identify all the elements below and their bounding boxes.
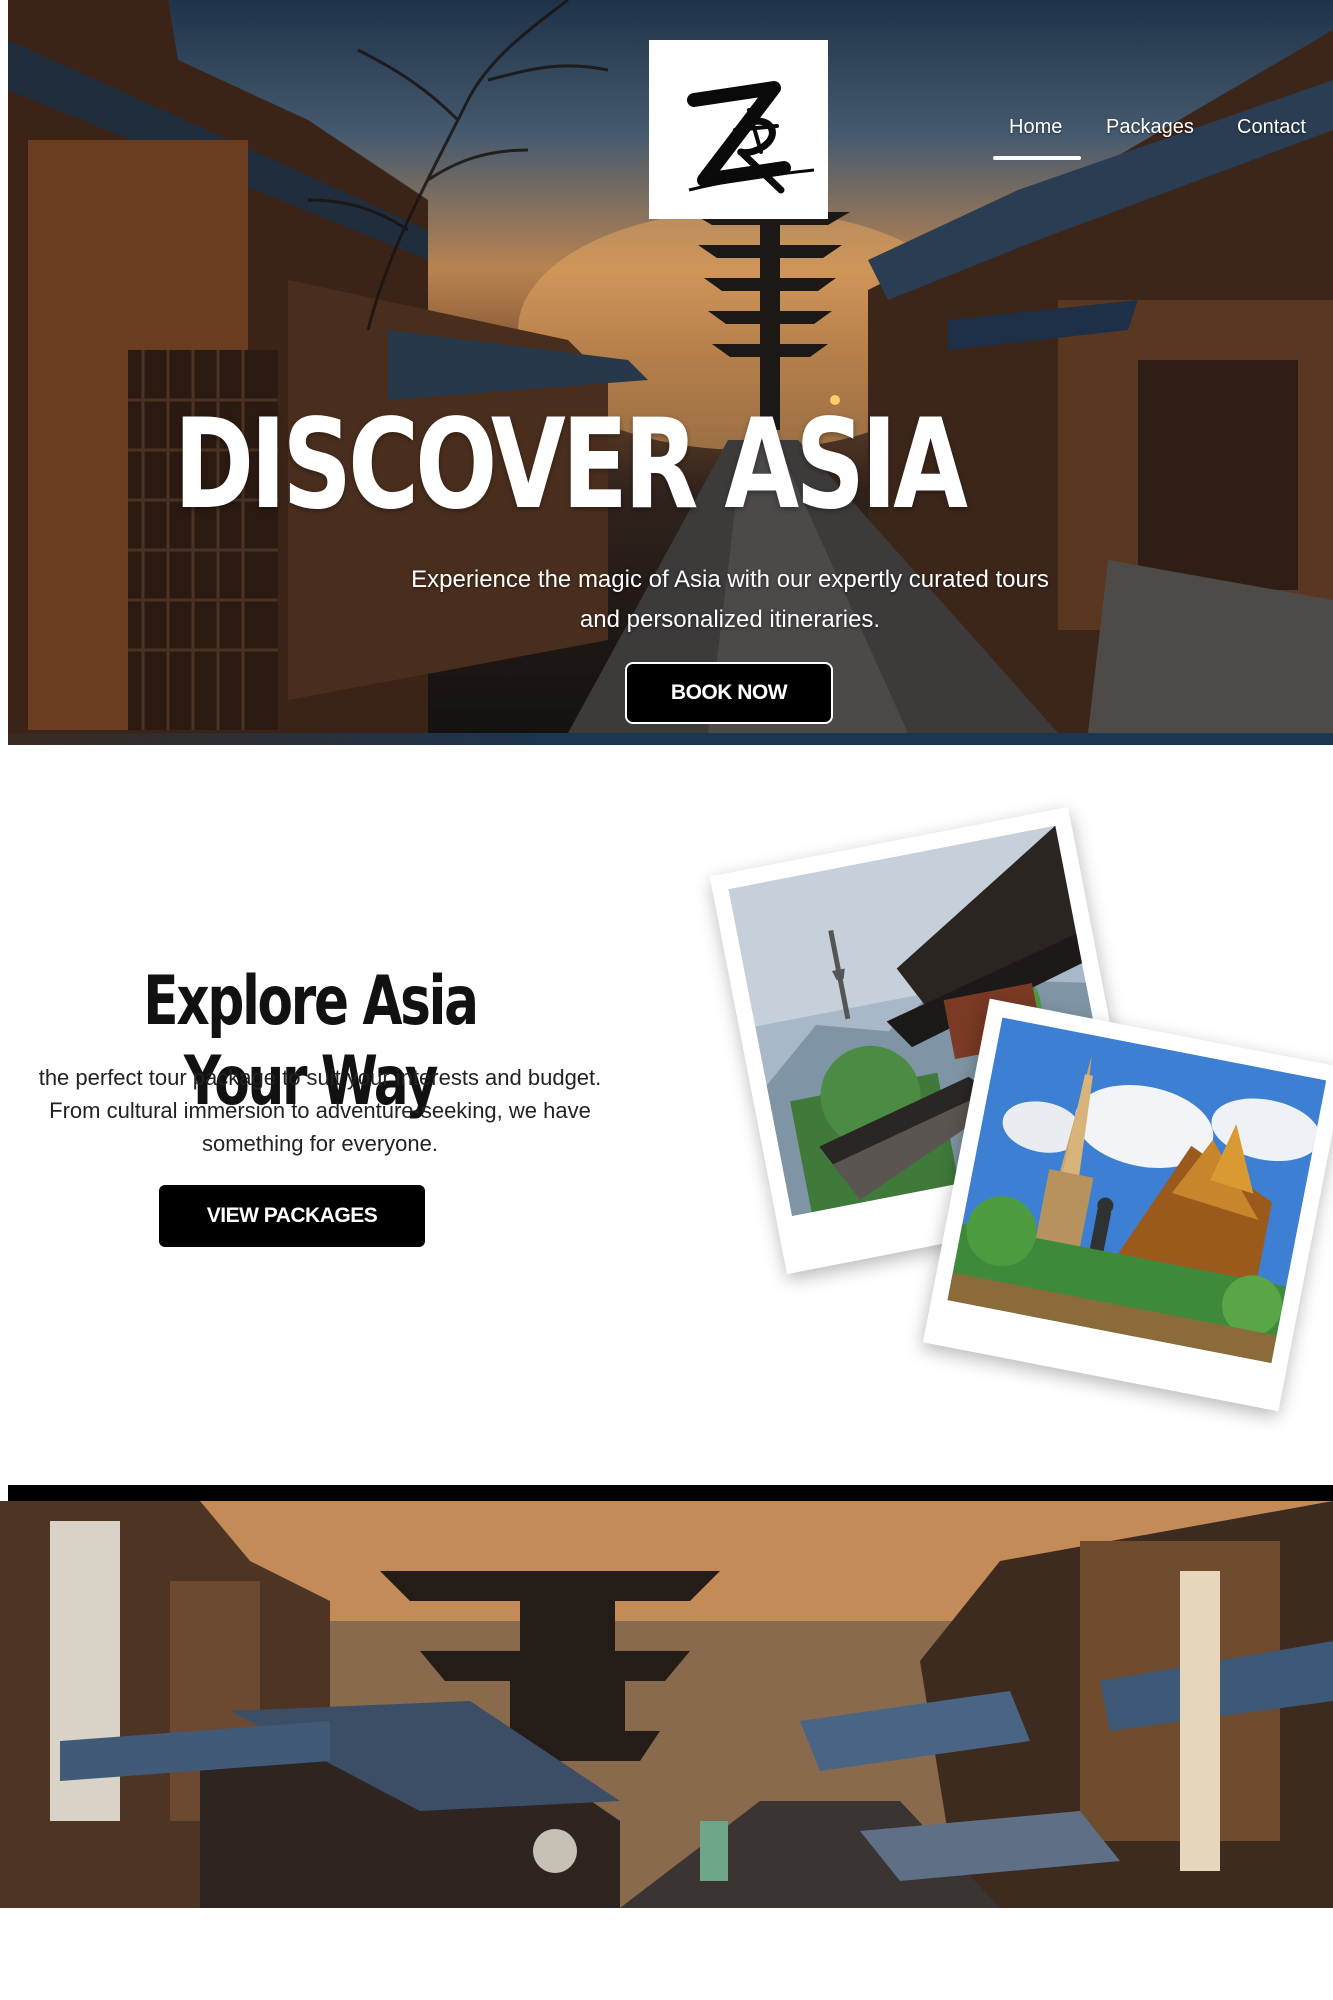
nav-home-link[interactable]: Home <box>1009 116 1062 139</box>
hero-subtitle-line-1: Experience the magic of Asia with our ex… <box>411 566 1049 593</box>
book-now-button[interactable]: BOOK NOW <box>625 662 833 724</box>
hero-subtitle: Experience the magic of Asia with our ex… <box>370 560 1090 640</box>
thai-temple-image <box>947 1017 1327 1364</box>
nav-contact-link[interactable]: Contact <box>1237 116 1306 139</box>
hero-title: DISCOVER ASIA <box>173 393 968 537</box>
explore-description-line-2: From cultural immersion to adventure-see… <box>49 1098 591 1123</box>
kyoto-banner-image <box>0 1501 1333 1908</box>
hero-subtitle-line-2: and personalized itineraries. <box>579 606 881 633</box>
banner-top-bar <box>8 1485 1333 1501</box>
explore-description: the perfect tour package to suit your in… <box>0 1061 640 1160</box>
nav-active-indicator <box>993 156 1081 160</box>
polaroid-photo-thailand <box>922 998 1333 1412</box>
nav-packages-link[interactable]: Packages <box>1106 116 1194 139</box>
explore-description-line-1: the perfect tour package to suit your in… <box>38 1065 602 1090</box>
kyoto-street-image <box>0 1501 1333 1908</box>
hero-bottom-edge <box>8 733 1333 745</box>
view-packages-button[interactable]: VIEW PACKAGES <box>159 1185 425 1247</box>
explore-description-line-3: something for everyone. <box>201 1131 439 1156</box>
main-nav: Home Packages Contact <box>0 104 1333 164</box>
